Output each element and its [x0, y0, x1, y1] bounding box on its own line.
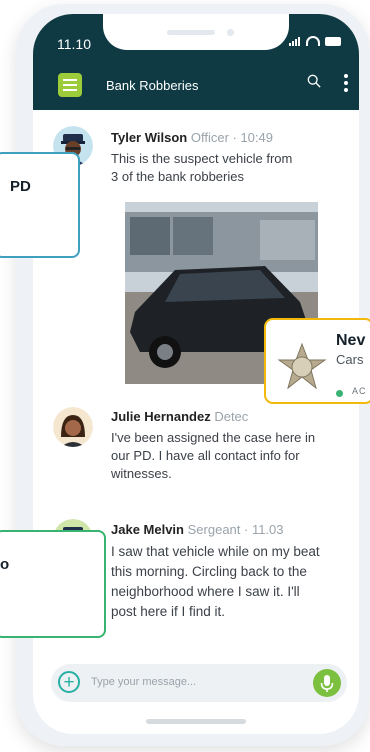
- chat-title: Bank Robberies: [106, 78, 199, 93]
- signal-icon: [289, 36, 301, 46]
- floating-card-o: o: [0, 530, 106, 638]
- search-icon[interactable]: [307, 74, 321, 88]
- active-status-label: AC: [352, 386, 367, 396]
- message-text: This is the suspect vehicle from 3 of th…: [111, 151, 293, 184]
- top-bar: 11.10 Bank Robberies: [33, 14, 359, 110]
- battery-icon: [325, 36, 341, 46]
- message-text: I saw that vehicle while on my beat this…: [111, 544, 320, 619]
- sender-line: Tyler Wilson Officer · 10:49: [111, 130, 273, 145]
- home-indicator: [146, 719, 246, 724]
- active-status-dot: [336, 390, 343, 397]
- sender-name: Tyler Wilson: [111, 130, 188, 145]
- message-composer[interactable]: + Type your message...: [51, 664, 347, 702]
- card-label: o: [0, 556, 10, 573]
- agency-name: Nev: [336, 332, 366, 349]
- floating-card-agency: Nev Cars AC: [264, 318, 370, 404]
- notch: [103, 14, 289, 50]
- sender-meta: Detec: [214, 409, 249, 424]
- sender-line: Jake Melvin Sergeant · 11.03: [111, 522, 284, 537]
- menu-button[interactable]: [58, 73, 82, 97]
- front-camera: [227, 29, 234, 36]
- microphone-button[interactable]: [313, 669, 341, 697]
- sheriff-badge-icon: [277, 342, 327, 390]
- more-options-icon[interactable]: [343, 74, 349, 94]
- status-icons: [289, 36, 341, 46]
- sender-line: Julie Hernandez Detec: [111, 409, 248, 424]
- sender-meta: Officer · 10:49: [190, 130, 273, 145]
- message-input[interactable]: Type your message...: [91, 676, 196, 688]
- agency-sub: Cars: [336, 352, 364, 367]
- wifi-icon: [306, 36, 320, 46]
- avatar: [53, 407, 93, 447]
- status-time: 11.10: [57, 36, 91, 52]
- message-text: I've been assigned the case here in our …: [111, 430, 316, 481]
- floating-card-pd: PD: [0, 152, 80, 258]
- sender-name: Julie Hernandez: [111, 409, 211, 424]
- microphone-icon: [320, 675, 334, 692]
- sender-name: Jake Melvin: [111, 522, 184, 537]
- add-attachment-button[interactable]: +: [58, 671, 80, 693]
- sender-meta: Sergeant · 11.03: [187, 522, 284, 537]
- card-label: PD: [10, 178, 31, 195]
- speaker-grill: [167, 30, 215, 35]
